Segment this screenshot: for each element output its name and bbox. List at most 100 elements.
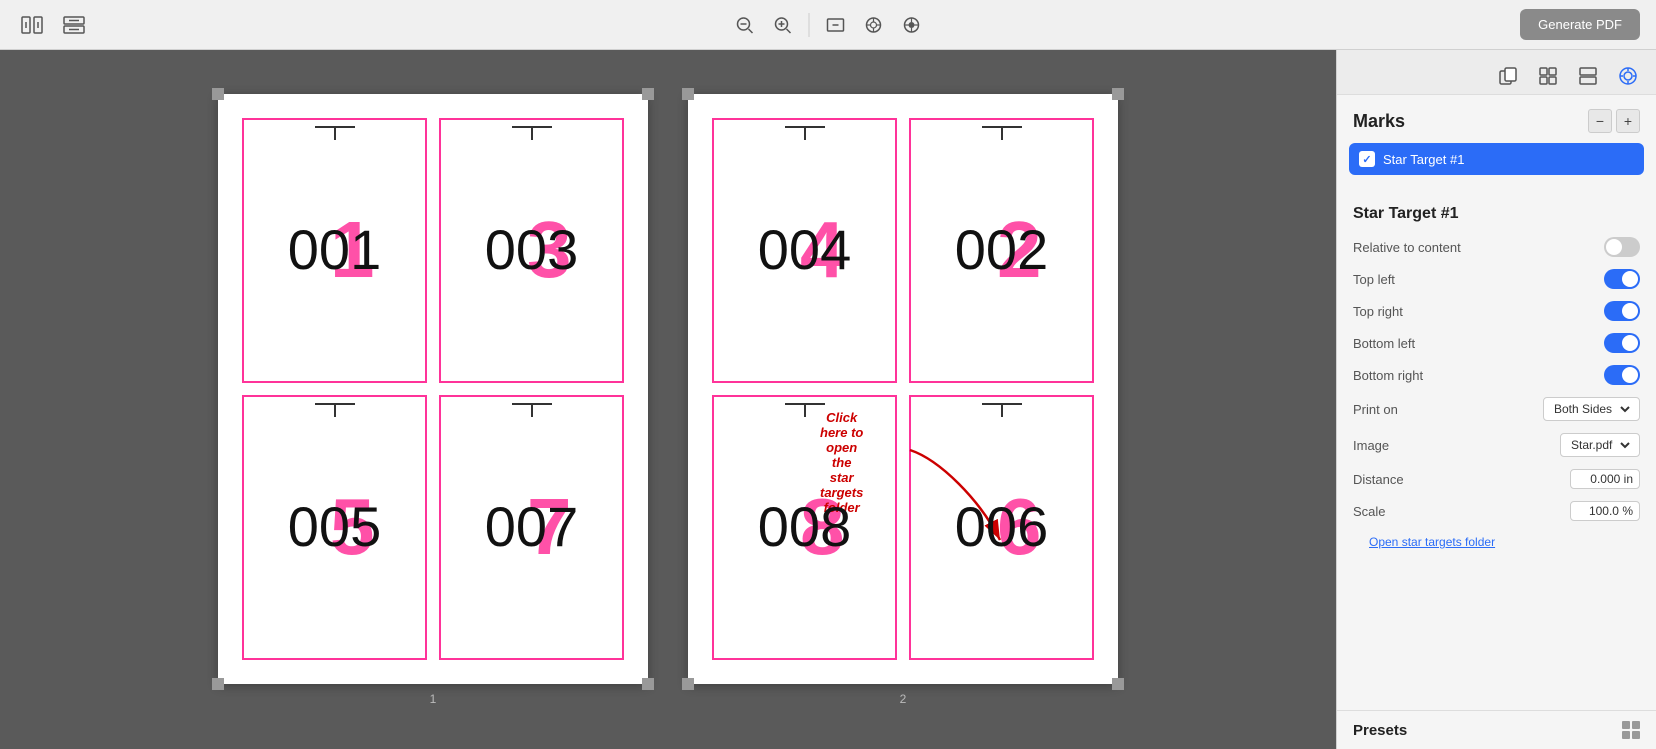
scale-value[interactable]: 100.0 % bbox=[1570, 501, 1640, 521]
prop-scale: Scale 100.0 % bbox=[1337, 495, 1656, 527]
page-1: 001 1 003 3 bbox=[218, 94, 648, 684]
corner-tr bbox=[1112, 88, 1124, 100]
card-black-num: 004 bbox=[758, 222, 851, 278]
panel-spacer bbox=[1337, 557, 1656, 710]
spacer bbox=[1337, 185, 1656, 195]
toolbar-divider bbox=[809, 13, 810, 37]
target-panel-btn[interactable] bbox=[1610, 58, 1646, 94]
card-content: 007 7 bbox=[449, 405, 614, 650]
panel-layout-btn[interactable] bbox=[1570, 58, 1606, 94]
page-2: 004 4 002 2 bbox=[688, 94, 1118, 684]
prop-label-top-right: Top right bbox=[1353, 304, 1403, 319]
card-005: 005 5 bbox=[242, 395, 427, 660]
print-on-dropdown[interactable]: Both Sides Front Only Back Only bbox=[1550, 401, 1633, 417]
corner-bl bbox=[682, 678, 694, 690]
card-001: 001 1 bbox=[242, 118, 427, 383]
prop-label-image: Image bbox=[1353, 438, 1389, 453]
image-select[interactable]: Star.pdf bbox=[1560, 433, 1640, 457]
remove-mark-btn[interactable]: − bbox=[1588, 109, 1612, 133]
card-002: 002 2 bbox=[909, 118, 1094, 383]
distance-value[interactable]: 0.000 in bbox=[1570, 469, 1640, 489]
card-content: 002 2 bbox=[919, 128, 1084, 373]
card-black-num: 006 bbox=[955, 499, 1048, 555]
card-black-num: 003 bbox=[485, 222, 578, 278]
corner-tl bbox=[682, 88, 694, 100]
canvas-area: 001 1 003 3 bbox=[0, 50, 1336, 749]
print-on-select[interactable]: Both Sides Front Only Back Only bbox=[1543, 397, 1640, 421]
presets-label: Presets bbox=[1353, 722, 1407, 739]
layout-rows-btn[interactable] bbox=[58, 9, 90, 41]
card-black-num: 008 bbox=[758, 499, 851, 555]
actual-size-btn[interactable] bbox=[896, 9, 928, 41]
right-panel: Marks − + ✓ Star Target #1 Star Target #… bbox=[1336, 50, 1656, 749]
card-content: 008 8 bbox=[722, 405, 887, 650]
card-black-num: 002 bbox=[955, 222, 1048, 278]
grid-view-btn[interactable] bbox=[1530, 58, 1566, 94]
prop-label-scale: Scale bbox=[1353, 504, 1386, 519]
prop-bottom-left: Bottom left bbox=[1337, 327, 1656, 359]
presets-icon[interactable] bbox=[1622, 721, 1640, 739]
prop-bottom-right: Bottom right bbox=[1337, 359, 1656, 391]
fit-width-btn[interactable] bbox=[820, 9, 852, 41]
add-mark-btn[interactable]: + bbox=[1616, 109, 1640, 133]
prop-print-on: Print on Both Sides Front Only Back Only bbox=[1337, 391, 1656, 427]
zoom-in-btn[interactable] bbox=[767, 9, 799, 41]
corner-tl bbox=[212, 88, 224, 100]
main-area: 001 1 003 3 bbox=[0, 50, 1656, 749]
mark-checkbox[interactable]: ✓ bbox=[1359, 151, 1375, 167]
card-content: 004 4 bbox=[722, 128, 887, 373]
duplicate-panel-btn[interactable] bbox=[1490, 58, 1526, 94]
panel-header: Marks − + bbox=[1337, 95, 1656, 143]
prop-label-bottom-right: Bottom right bbox=[1353, 368, 1423, 383]
prop-relative-to-content: Relative to content bbox=[1337, 231, 1656, 263]
prop-label-relative: Relative to content bbox=[1353, 240, 1461, 255]
card-black-num: 007 bbox=[485, 499, 578, 555]
open-star-targets-folder-link[interactable]: Open star targets folder bbox=[1353, 531, 1511, 553]
toggle-relative-to-content[interactable] bbox=[1604, 237, 1640, 257]
card-grid-2: 004 4 002 2 bbox=[688, 94, 1118, 684]
card-004: 004 4 bbox=[712, 118, 897, 383]
layout-columns-btn[interactable] bbox=[16, 9, 48, 41]
corner-tr bbox=[642, 88, 654, 100]
prop-distance: Distance 0.000 in bbox=[1337, 463, 1656, 495]
preset-icon-cell bbox=[1632, 731, 1640, 739]
prop-label-top-left: Top left bbox=[1353, 272, 1395, 287]
toggle-bottom-right[interactable] bbox=[1604, 365, 1640, 385]
image-dropdown[interactable]: Star.pdf bbox=[1567, 437, 1633, 453]
pages-container: 001 1 003 3 bbox=[218, 94, 1118, 706]
page-2-wrapper: 004 4 002 2 bbox=[688, 94, 1118, 706]
toolbar-left bbox=[16, 9, 90, 41]
generate-pdf-btn[interactable]: Generate PDF bbox=[1520, 9, 1640, 40]
main-toolbar: Generate PDF bbox=[0, 0, 1656, 50]
card-black-num: 001 bbox=[288, 222, 381, 278]
prop-label-print-on: Print on bbox=[1353, 402, 1398, 417]
toggle-top-right[interactable] bbox=[1604, 301, 1640, 321]
card-008: 008 8 bbox=[712, 395, 897, 660]
zoom-out-btn[interactable] bbox=[729, 9, 761, 41]
prop-top-left: Top left bbox=[1337, 263, 1656, 295]
mark-item-star-target[interactable]: ✓ Star Target #1 bbox=[1349, 143, 1644, 175]
prop-label-distance: Distance bbox=[1353, 472, 1404, 487]
open-folder-wrapper: Open star targets folder bbox=[1337, 527, 1656, 557]
card-006: 006 6 bbox=[909, 395, 1094, 660]
prop-top-right: Top right bbox=[1337, 295, 1656, 327]
card-007: 007 7 bbox=[439, 395, 624, 660]
section-title: Star Target #1 bbox=[1337, 195, 1656, 231]
preset-icon-cell bbox=[1622, 721, 1630, 729]
corner-br bbox=[642, 678, 654, 690]
card-grid-1: 001 1 003 3 bbox=[218, 94, 648, 684]
card-003: 003 3 bbox=[439, 118, 624, 383]
card-content: 006 6 bbox=[919, 405, 1084, 650]
mark-item-label: Star Target #1 bbox=[1383, 152, 1464, 167]
card-content: 005 5 bbox=[252, 405, 417, 650]
fit-page-btn[interactable] bbox=[858, 9, 890, 41]
preset-icon-cell bbox=[1622, 731, 1630, 739]
presets-row: Presets bbox=[1337, 710, 1656, 749]
toolbar-right: Generate PDF bbox=[1520, 9, 1640, 40]
card-content: 003 3 bbox=[449, 128, 614, 373]
toggle-top-left[interactable] bbox=[1604, 269, 1640, 289]
page-2-number: 2 bbox=[900, 692, 907, 706]
prop-label-bottom-left: Bottom left bbox=[1353, 336, 1415, 351]
toggle-bottom-left[interactable] bbox=[1604, 333, 1640, 353]
page-1-wrapper: 001 1 003 3 bbox=[218, 94, 648, 706]
